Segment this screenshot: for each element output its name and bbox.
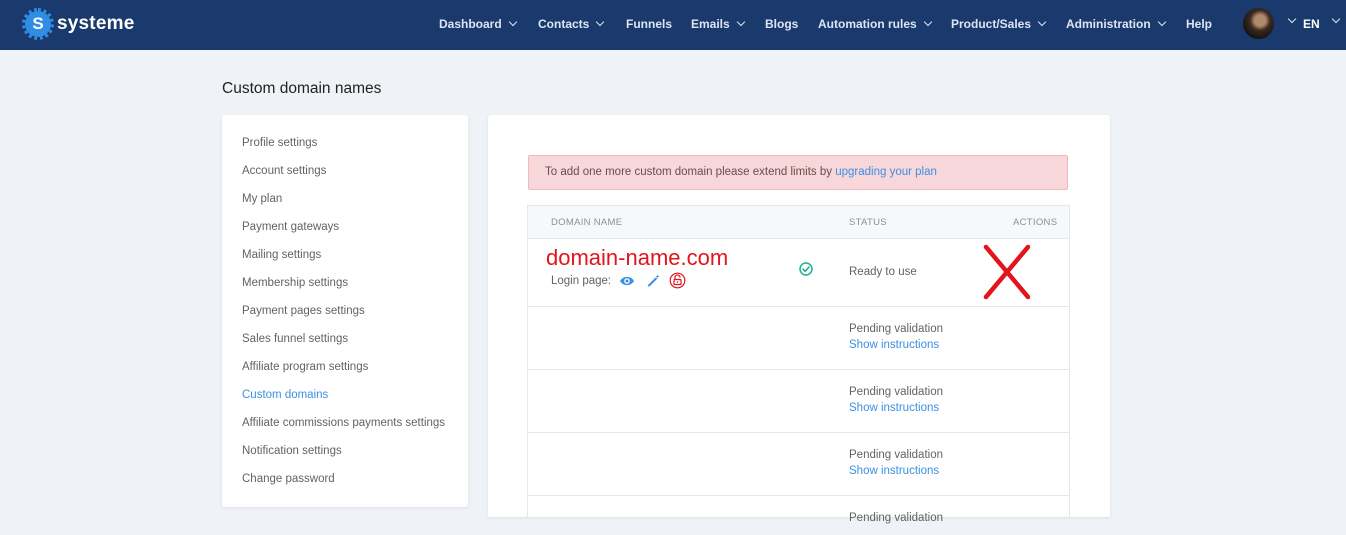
status-text: Pending validation	[849, 512, 943, 524]
sidebar-item-my-plan[interactable]: My plan	[242, 193, 282, 205]
domains-table: DOMAIN NAME STATUS ACTIONS domain-name.c…	[527, 205, 1070, 524]
nav-administration[interactable]: Administration	[1066, 17, 1166, 31]
sidebar-item-membership-settings[interactable]: Membership settings	[242, 277, 348, 289]
eye-icon[interactable]	[619, 275, 635, 287]
check-circle-icon	[799, 262, 813, 276]
table-row: Pending validation	[528, 495, 1069, 535]
sidebar-item-change-password[interactable]: Change password	[242, 473, 335, 485]
status-text: Pending validation	[849, 323, 943, 335]
nav-funnels[interactable]: Funnels	[626, 17, 672, 31]
red-x-annotation	[983, 244, 1031, 300]
column-header-actions: ACTIONS	[1013, 217, 1058, 228]
unlock-icon[interactable]	[669, 272, 686, 289]
page-title: Custom domain names	[222, 80, 382, 97]
nav-product-sales[interactable]: Product/Sales	[951, 17, 1047, 31]
nav-emails[interactable]: Emails	[691, 17, 745, 31]
chevron-down-icon	[736, 17, 745, 27]
settings-sidebar: Profile settings Account settings My pla…	[222, 115, 468, 507]
sidebar-item-notification-settings[interactable]: Notification settings	[242, 445, 342, 457]
nav-contacts[interactable]: Contacts	[538, 17, 605, 31]
show-instructions-link[interactable]: Show instructions	[849, 339, 939, 351]
sidebar-item-payment-pages-settings[interactable]: Payment pages settings	[242, 305, 365, 317]
upgrade-plan-link[interactable]: upgrading your plan	[835, 166, 937, 178]
nav-automation-rules[interactable]: Automation rules	[818, 17, 932, 31]
show-instructions-link[interactable]: Show instructions	[849, 465, 939, 477]
sidebar-item-affiliate-commissions-payments-settings[interactable]: Affiliate commissions payments settings	[242, 417, 445, 429]
nav-blogs[interactable]: Blogs	[765, 17, 798, 31]
table-row: Pending validation Show instructions	[528, 306, 1069, 370]
sidebar-item-mailing-settings[interactable]: Mailing settings	[242, 249, 321, 261]
column-header-domain-name: DOMAIN NAME	[551, 217, 623, 228]
table-row: domain-name.com Login page: Ready to use	[528, 238, 1069, 307]
table-header: DOMAIN NAME STATUS ACTIONS	[528, 206, 1069, 239]
chevron-down-icon	[596, 17, 605, 27]
domain-name-label: domain-name.com	[546, 245, 729, 270]
custom-domains-panel: To add one more custom domain please ext…	[488, 115, 1110, 524]
show-instructions-link[interactable]: Show instructions	[849, 402, 939, 414]
plan-limit-alert: To add one more custom domain please ext…	[528, 155, 1068, 190]
logo-icon: S	[22, 8, 54, 40]
status-text: Ready to use	[849, 266, 917, 278]
chevron-down-icon	[1037, 17, 1047, 27]
sidebar-item-custom-domains[interactable]: Custom domains	[242, 389, 328, 401]
user-avatar[interactable]	[1243, 8, 1274, 39]
sidebar-item-sales-funnel-settings[interactable]: Sales funnel settings	[242, 333, 348, 345]
nav-dashboard[interactable]: Dashboard	[439, 17, 517, 31]
chevron-down-icon[interactable]	[1287, 14, 1297, 24]
magic-wand-icon[interactable]	[647, 274, 660, 287]
table-row: Pending validation Show instructions	[528, 432, 1069, 496]
column-header-status: STATUS	[849, 217, 887, 228]
language-selector[interactable]: EN	[1303, 17, 1320, 31]
logo-text: systeme	[57, 13, 135, 34]
systeme-logo[interactable]: S systeme	[22, 8, 135, 40]
chevron-down-icon	[1157, 17, 1166, 27]
sidebar-item-account-settings[interactable]: Account settings	[242, 165, 326, 177]
status-text: Pending validation	[849, 386, 943, 398]
sidebar-item-profile-settings[interactable]: Profile settings	[242, 137, 317, 149]
sidebar-item-affiliate-program-settings[interactable]: Affiliate program settings	[242, 361, 368, 373]
chevron-down-icon[interactable]	[1331, 14, 1341, 24]
table-row: Pending validation Show instructions	[528, 369, 1069, 433]
chevron-down-icon	[508, 17, 517, 27]
top-navbar: S systeme Dashboard Contacts Funnels Ema…	[0, 0, 1346, 50]
sidebar-item-payment-gateways[interactable]: Payment gateways	[242, 221, 339, 233]
status-text: Pending validation	[849, 449, 943, 461]
alert-text: To add one more custom domain please ext…	[545, 166, 836, 178]
nav-help[interactable]: Help	[1186, 17, 1212, 31]
login-page-label: Login page:	[551, 275, 612, 287]
chevron-down-icon	[923, 17, 932, 27]
